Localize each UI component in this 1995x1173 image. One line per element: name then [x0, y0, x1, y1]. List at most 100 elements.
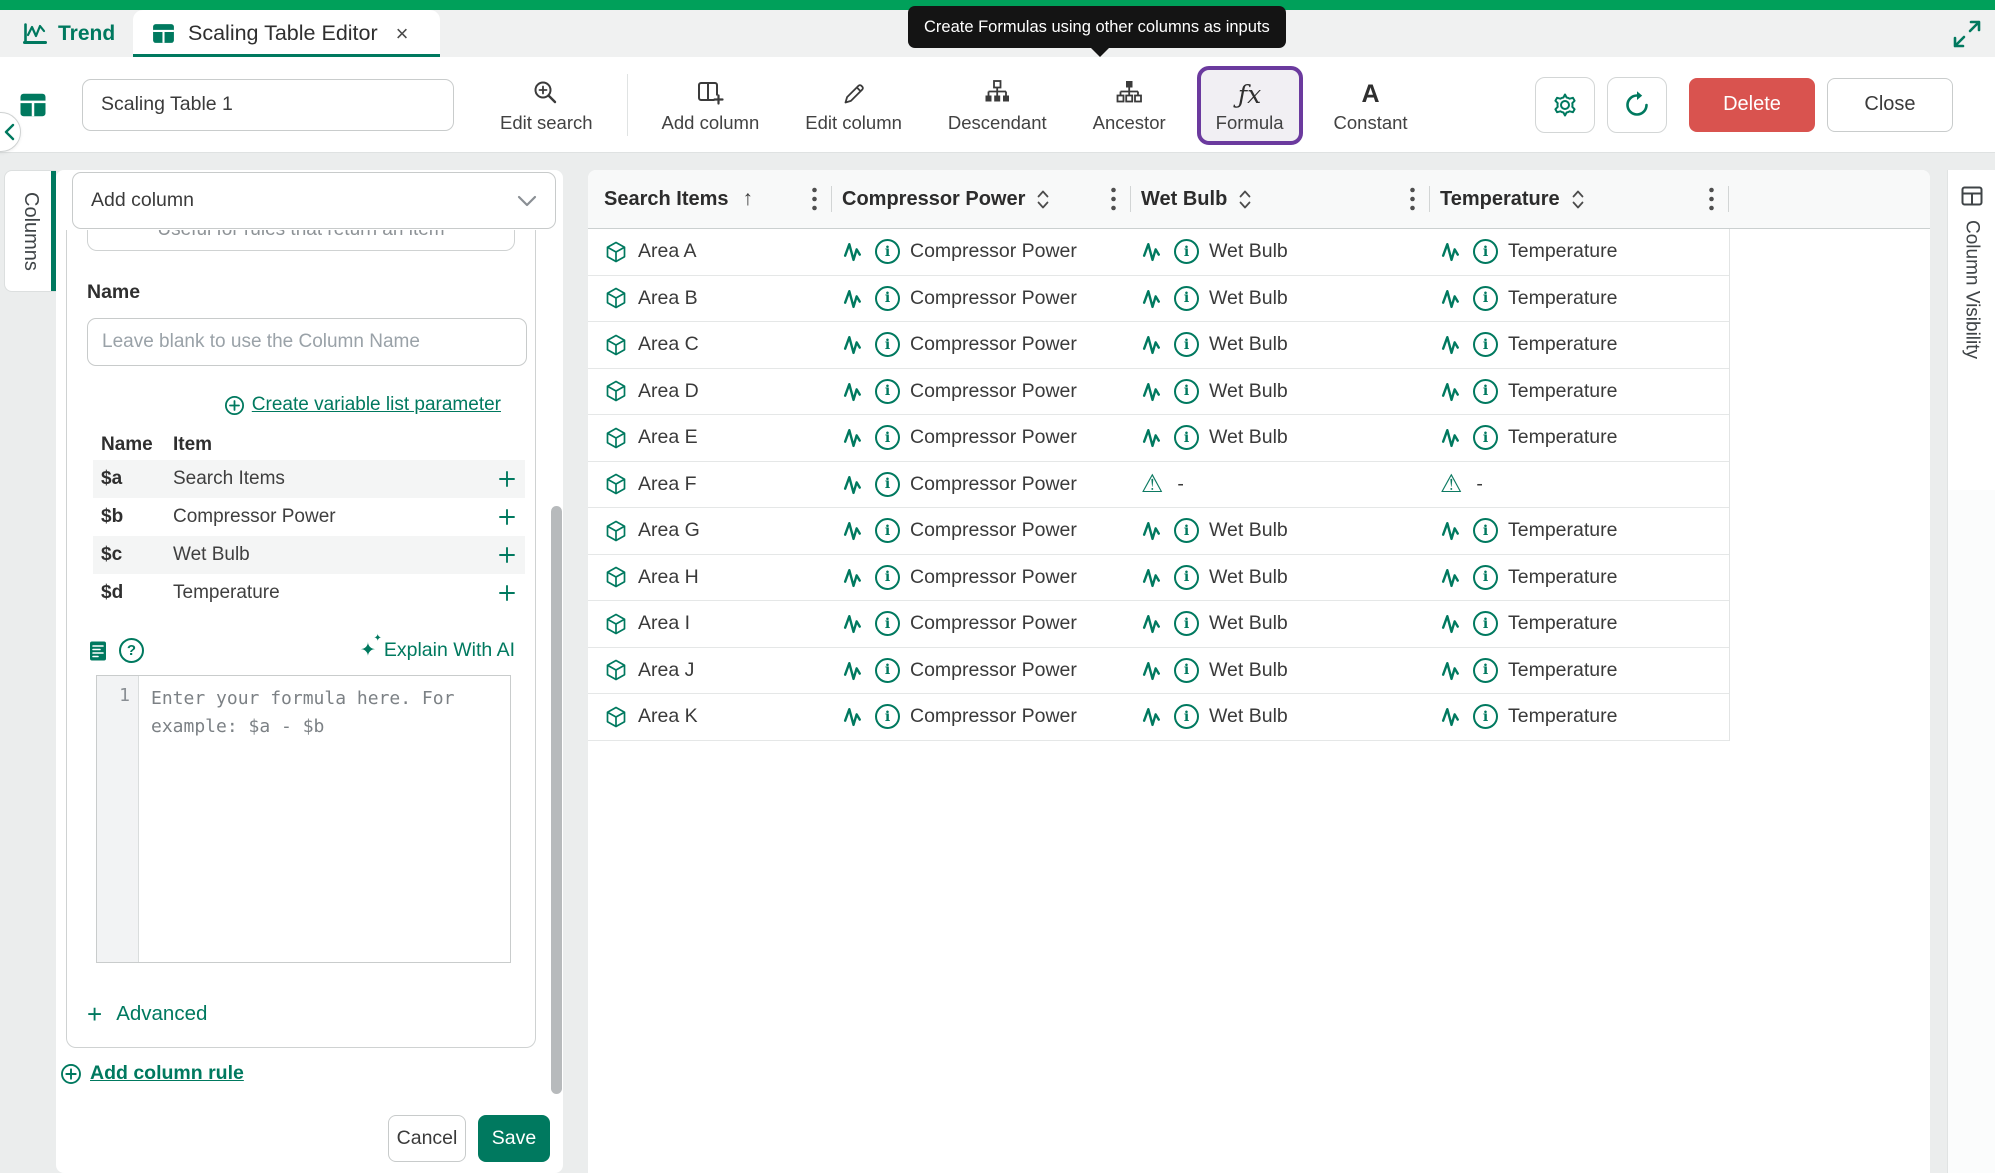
- signal-cell[interactable]: i Temperature: [1430, 648, 1729, 694]
- signal-cell[interactable]: i Compressor Power: [832, 508, 1131, 554]
- info-icon[interactable]: i: [1473, 285, 1498, 311]
- signal-cell-missing[interactable]: ⚠ -: [1430, 462, 1729, 508]
- tab-scaling-table-editor[interactable]: Scaling Table Editor ×: [133, 10, 440, 58]
- search-item-cell[interactable]: Area F: [588, 462, 832, 508]
- add-parameter-icon[interactable]: [497, 583, 517, 603]
- edit-column-button[interactable]: Edit column: [805, 75, 902, 134]
- info-icon[interactable]: i: [1174, 611, 1199, 637]
- search-item-cell[interactable]: Area H: [588, 555, 832, 601]
- signal-cell[interactable]: i Compressor Power: [832, 555, 1131, 601]
- info-icon[interactable]: i: [1174, 425, 1199, 451]
- signal-cell[interactable]: i Temperature: [1430, 229, 1729, 275]
- table-name-input[interactable]: [82, 78, 454, 131]
- table-row[interactable]: Area I i Compressor Power i Wet Bulb i Tempera…: [588, 601, 1729, 648]
- search-item-cell[interactable]: Area K: [588, 694, 832, 740]
- info-icon[interactable]: i: [875, 657, 900, 683]
- warning-icon[interactable]: ⚠: [1141, 471, 1163, 497]
- table-row[interactable]: Area C i Compressor Power i Wet Bulb i Tempera…: [588, 322, 1729, 369]
- info-icon[interactable]: i: [1473, 704, 1498, 730]
- signal-cell[interactable]: i Temperature: [1430, 555, 1729, 601]
- info-icon[interactable]: i: [875, 704, 900, 730]
- advanced-toggle[interactable]: + Advanced: [87, 1001, 523, 1027]
- help-icon[interactable]: ?: [119, 638, 144, 663]
- signal-cell[interactable]: i Wet Bulb: [1131, 276, 1430, 322]
- tab-close-icon[interactable]: ×: [396, 22, 409, 45]
- info-icon[interactable]: i: [1473, 425, 1498, 451]
- info-icon[interactable]: i: [1174, 704, 1199, 730]
- signal-cell[interactable]: i Wet Bulb: [1131, 601, 1430, 647]
- column-name-input[interactable]: [87, 318, 527, 366]
- info-icon[interactable]: i: [1174, 378, 1199, 404]
- search-item-cell[interactable]: Area D: [588, 369, 832, 415]
- signal-cell[interactable]: i Temperature: [1430, 322, 1729, 368]
- signal-cell[interactable]: i Temperature: [1430, 415, 1729, 461]
- columns-panel-tab[interactable]: Columns: [4, 170, 56, 292]
- add-column-select[interactable]: Add column: [72, 172, 556, 229]
- info-icon[interactable]: i: [875, 285, 900, 311]
- signal-cell[interactable]: i Temperature: [1430, 601, 1729, 647]
- signal-cell[interactable]: i Temperature: [1430, 508, 1729, 554]
- edit-search-button[interactable]: Edit search: [500, 75, 593, 134]
- search-item-cell[interactable]: Area C: [588, 322, 832, 368]
- delete-button[interactable]: Delete: [1689, 77, 1815, 132]
- signal-cell[interactable]: i Compressor Power: [832, 694, 1131, 740]
- table-row[interactable]: Area A i Compressor Power i Wet Bulb i Tempera…: [588, 229, 1729, 276]
- signal-cell[interactable]: i Wet Bulb: [1131, 369, 1430, 415]
- formula-editor[interactable]: 1 Enter your formula here. For example: …: [96, 675, 511, 963]
- search-item-cell[interactable]: Area I: [588, 601, 832, 647]
- formula-button[interactable]: ƒx Formula: [1216, 75, 1284, 134]
- table-row[interactable]: Area Fi Compressor Power ⚠ - ⚠ -: [588, 462, 1729, 508]
- signal-cell[interactable]: i Wet Bulb: [1131, 555, 1430, 601]
- info-icon[interactable]: i: [1473, 611, 1498, 637]
- info-icon[interactable]: i: [1174, 285, 1199, 311]
- signal-cell[interactable]: i Wet Bulb: [1131, 648, 1430, 694]
- tab-trend[interactable]: Trend: [22, 10, 115, 57]
- info-icon[interactable]: i: [1473, 332, 1498, 358]
- add-parameter-icon[interactable]: [497, 545, 517, 565]
- table-row[interactable]: Area D i Compressor Power i Wet Bulb i Tempera…: [588, 369, 1729, 415]
- column-menu-icon[interactable]: [1708, 186, 1715, 212]
- info-icon[interactable]: i: [875, 425, 900, 451]
- table-row[interactable]: Area G i Compressor Power i Wet Bulb i Tempera…: [588, 508, 1729, 555]
- info-icon[interactable]: i: [1174, 518, 1199, 544]
- column-menu-icon[interactable]: [811, 186, 818, 212]
- signal-cell[interactable]: i Compressor Power: [832, 276, 1131, 322]
- signal-cell[interactable]: i Compressor Power: [832, 322, 1131, 368]
- signal-cell[interactable]: i Wet Bulb: [1131, 229, 1430, 275]
- info-icon[interactable]: i: [1473, 518, 1498, 544]
- info-icon[interactable]: i: [1473, 378, 1498, 404]
- info-icon[interactable]: i: [875, 471, 900, 497]
- info-icon[interactable]: i: [875, 239, 900, 265]
- search-item-cell[interactable]: Area A: [588, 229, 832, 275]
- add-parameter-icon[interactable]: [497, 507, 517, 527]
- info-icon[interactable]: i: [1473, 657, 1498, 683]
- cancel-button[interactable]: Cancel: [388, 1115, 466, 1162]
- signal-cell[interactable]: i Wet Bulb: [1131, 322, 1430, 368]
- search-item-cell[interactable]: Area G: [588, 508, 832, 554]
- add-parameter-icon[interactable]: [497, 469, 517, 489]
- refresh-button[interactable]: [1607, 76, 1667, 133]
- constant-button[interactable]: A Constant: [1334, 75, 1408, 134]
- info-icon[interactable]: i: [1174, 564, 1199, 590]
- descendant-button[interactable]: Descendant: [948, 75, 1047, 134]
- save-button[interactable]: Save: [478, 1115, 550, 1162]
- info-icon[interactable]: i: [1174, 239, 1199, 265]
- header-temperature[interactable]: Temperature: [1430, 170, 1729, 228]
- add-column-button[interactable]: Add column: [662, 75, 759, 134]
- settings-button[interactable]: [1535, 76, 1595, 133]
- info-icon[interactable]: i: [875, 332, 900, 358]
- search-item-cell[interactable]: Area E: [588, 415, 832, 461]
- expand-icon[interactable]: [1951, 18, 1983, 50]
- column-menu-icon[interactable]: [1110, 186, 1117, 212]
- column-menu-icon[interactable]: [1409, 186, 1416, 212]
- info-icon[interactable]: i: [875, 518, 900, 544]
- signal-cell-missing[interactable]: ⚠ -: [1131, 462, 1430, 508]
- header-search-items[interactable]: Search Items ↑: [588, 170, 832, 228]
- table-row[interactable]: Area H i Compressor Power i Wet Bulb i Tempera…: [588, 555, 1729, 601]
- info-icon[interactable]: i: [875, 564, 900, 590]
- add-column-rule-link[interactable]: Add column rule: [60, 1062, 244, 1085]
- signal-cell[interactable]: i Compressor Power: [832, 229, 1131, 275]
- info-icon[interactable]: i: [875, 611, 900, 637]
- info-icon[interactable]: i: [1174, 332, 1199, 358]
- create-variable-list-parameter-link[interactable]: Create variable list parameter: [79, 394, 523, 416]
